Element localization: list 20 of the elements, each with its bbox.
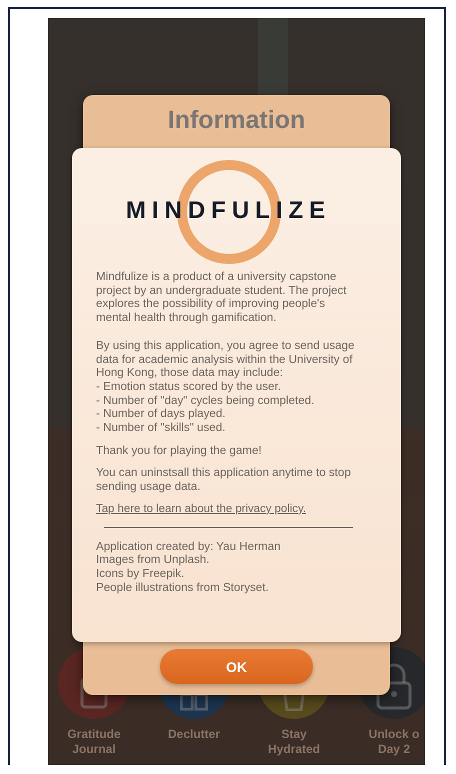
credit-line: Images from Unplash. xyxy=(96,553,210,567)
intro-text: Mindfulize is a product of a university capstone project by an undergraduate student. The project explores the possibility of improving people's mental health through gamification. xyxy=(96,270,348,325)
skill-label: Gratitude Journal xyxy=(67,727,121,757)
ok-button[interactable]: OK xyxy=(160,649,313,684)
app-logo: MINDFULIZE xyxy=(126,197,332,225)
uninstall-text: You can uninstsall this application anytime to stop sending usage data. xyxy=(96,466,352,494)
data-list-item: - Number of "day" cycles being completed. xyxy=(96,394,316,408)
data-list-item: - Number of days played. xyxy=(96,407,227,422)
thanks-text: Thank you for playing the game! xyxy=(96,444,263,458)
credit-line: People illustrations from Storyset. xyxy=(96,580,270,594)
consent-text: By using this application, you agree to send usage data for academic analysis within the University of Hong Kong, those data may include: xyxy=(96,338,356,380)
data-list-item: - Number of "skills" used. xyxy=(96,421,226,435)
credit-line: Application created by: Yau Herman xyxy=(96,540,282,554)
data-list-item: - Emotion status scored by the user. xyxy=(96,380,282,394)
skill-label: Declutter xyxy=(168,727,220,742)
privacy-link[interactable]: Tap here to learn about the privacy policy. xyxy=(96,502,306,517)
skill-label: Unlock o Day 2 xyxy=(368,727,420,757)
dialog-title: Information xyxy=(168,106,306,136)
skill-label: Stay Hydrated xyxy=(268,727,320,757)
credit-line: Icons by Freepik. xyxy=(96,566,186,581)
